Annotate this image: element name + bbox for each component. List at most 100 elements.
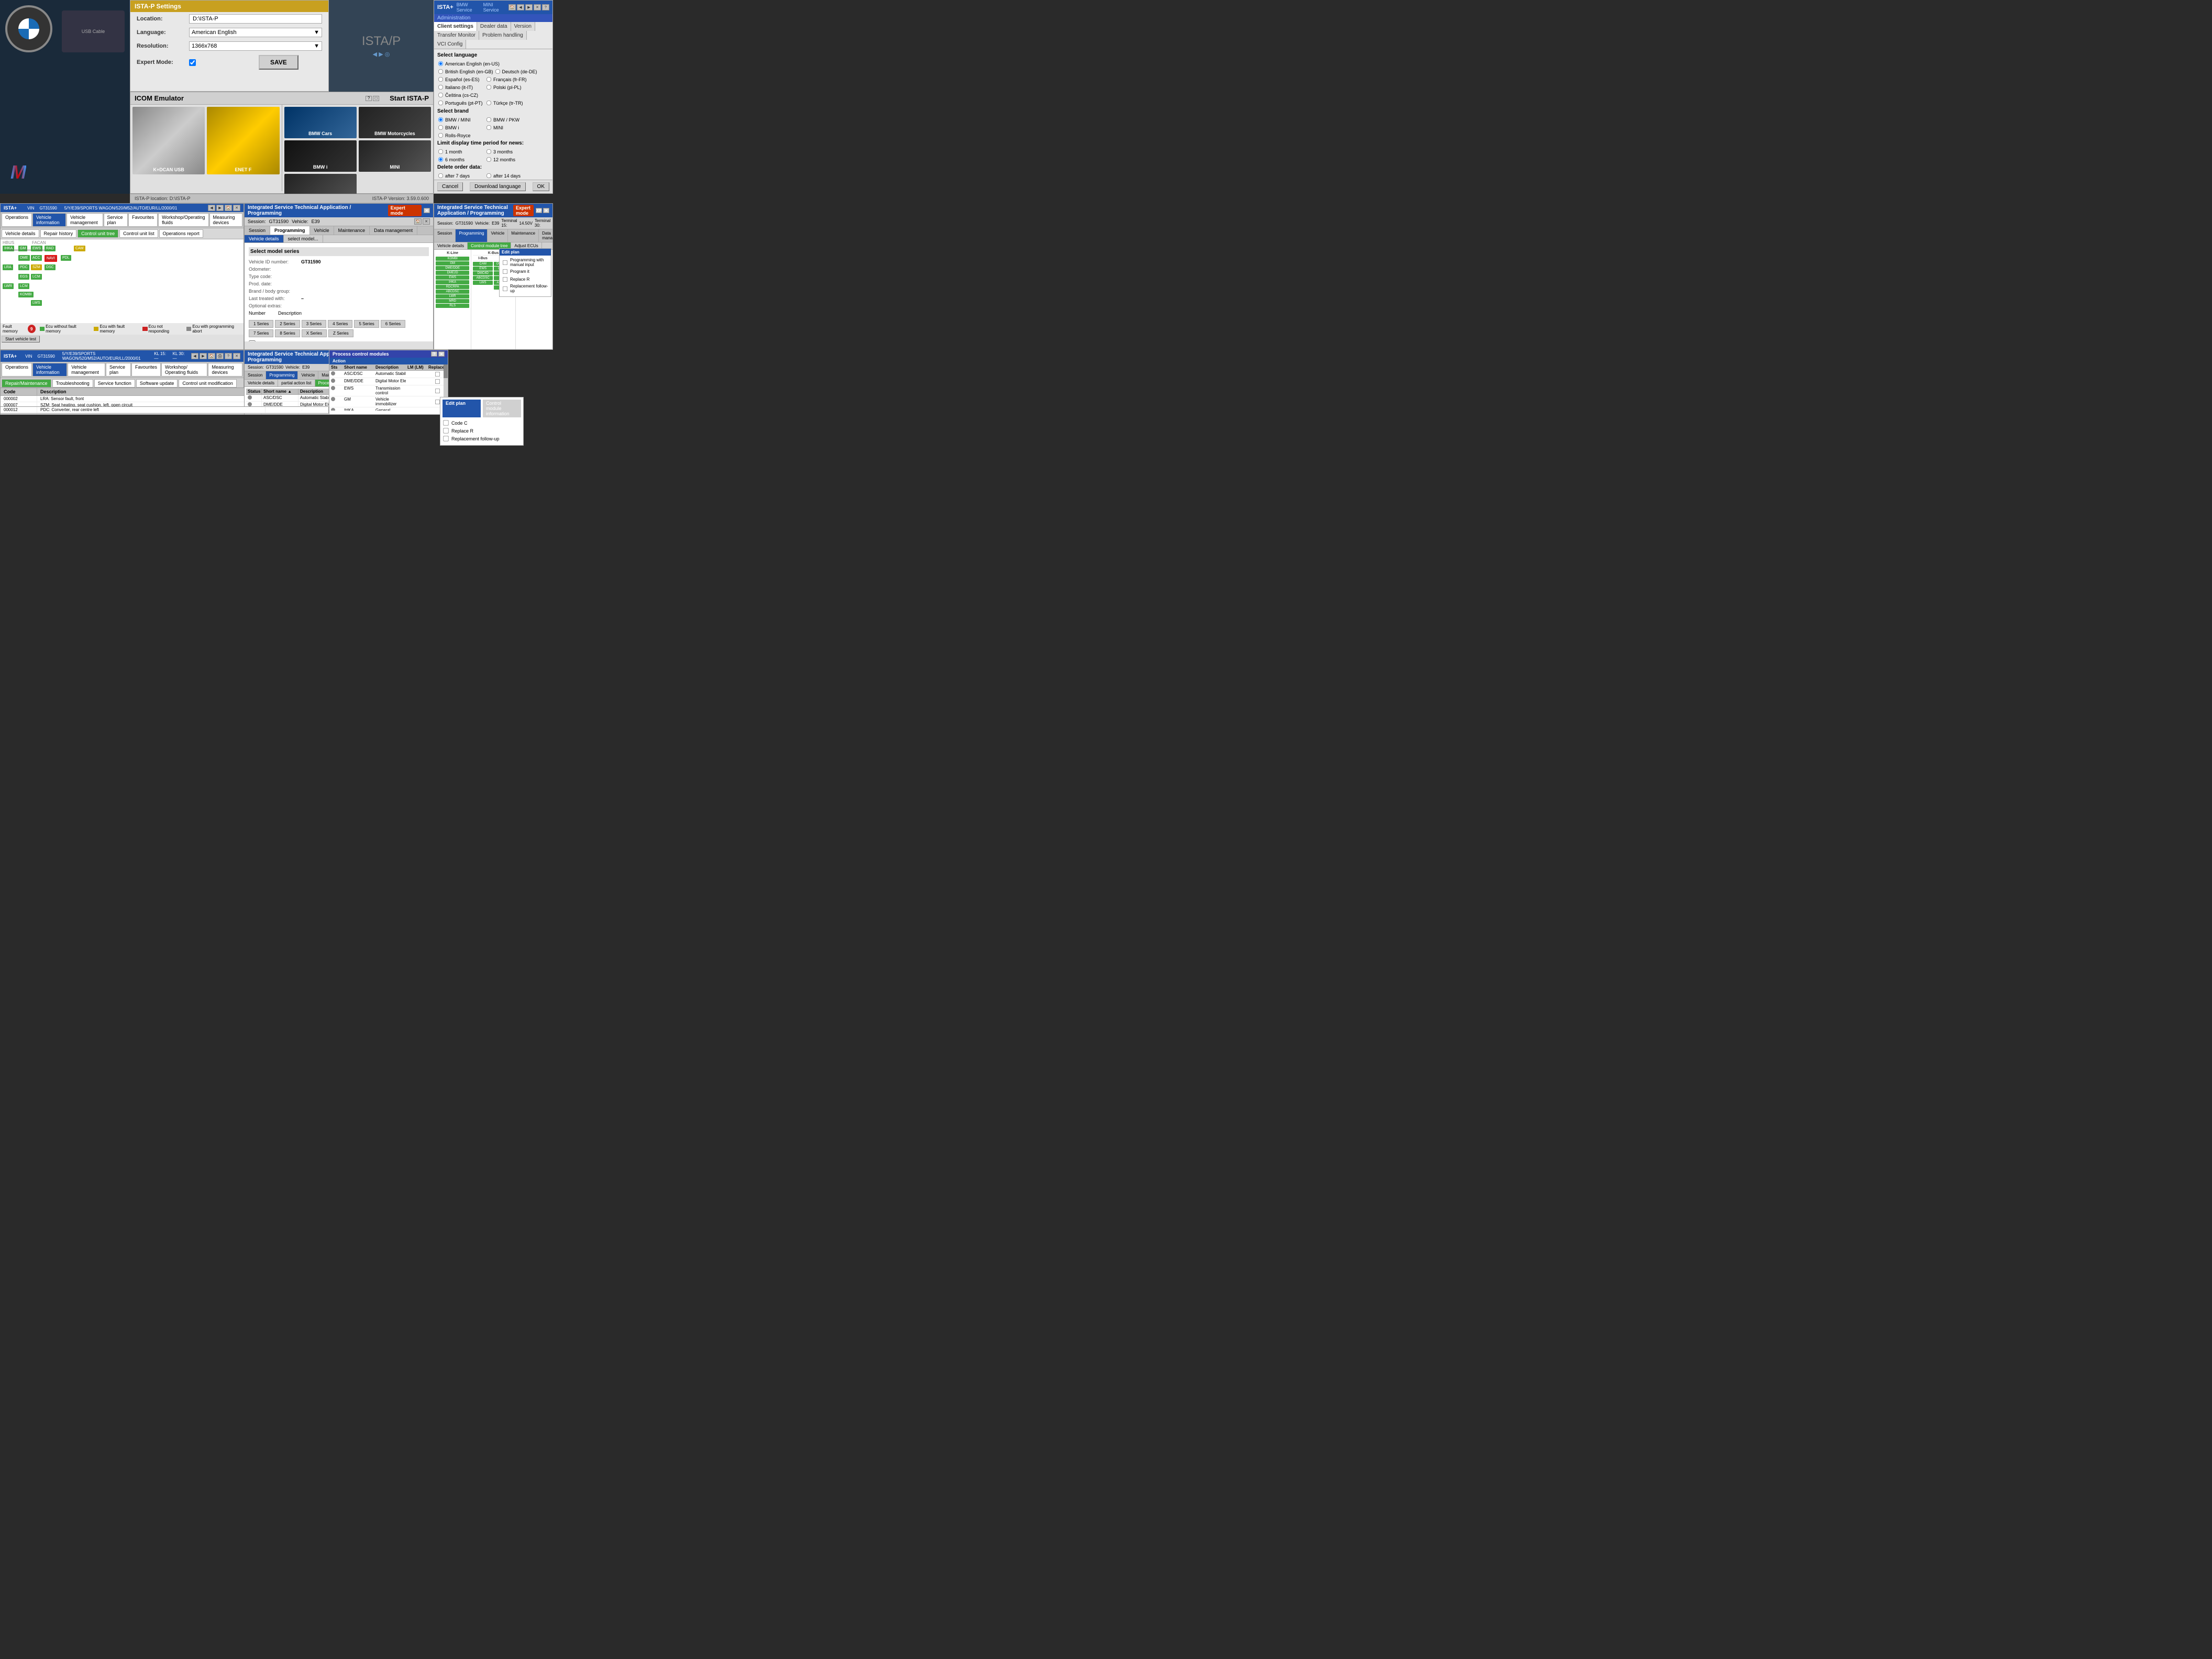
ecu-dsc[interactable]: DSC	[45, 264, 56, 270]
cmp-row-ews[interactable]: EWS Transmission control	[329, 385, 448, 396]
lang-pt[interactable]: Português (pt-PT)	[437, 99, 484, 106]
kbus-dme[interactable]: DME/DDE	[436, 266, 469, 270]
bot-menu-favourites[interactable]: Favourites	[131, 363, 161, 377]
mid-close-icon[interactable]: ✕	[233, 205, 240, 211]
epb-item-replacement-followup[interactable]: Replacement follow-up	[443, 435, 521, 442]
brand-mini[interactable]: MINI	[485, 124, 533, 131]
brand-bmw-mini[interactable]: BMW / MINI	[437, 116, 484, 123]
rpp-xp-icon[interactable]: XP	[536, 208, 542, 213]
manual-selection-label[interactable]: Manual model-series selection	[249, 340, 429, 341]
edit-plan-item-1[interactable]: Programming with manual input	[502, 258, 549, 267]
cmp-row-asc[interactable]: ASC/DSC Automatic Stability Cont...	[329, 371, 448, 378]
forward-icon[interactable]: ▶	[525, 4, 533, 10]
news-6m[interactable]: 6 months	[437, 156, 484, 163]
bot-back-icon[interactable]: ◀	[191, 353, 198, 359]
series-2[interactable]: 2 Series	[275, 320, 300, 328]
menu-vehicle-mgmt[interactable]: Vehicle management	[67, 213, 103, 227]
ecu-lwr[interactable]: LWR	[3, 283, 14, 289]
brand-bmw-i[interactable]: BMW i	[437, 124, 484, 131]
menu-vehicle-info[interactable]: Vehicle information	[32, 213, 66, 227]
lang-it[interactable]: Italiano (it-IT)	[437, 84, 484, 91]
tab-vci-config[interactable]: VCI Config	[434, 40, 466, 49]
bot-service-func-btn[interactable]: Service function	[94, 379, 135, 388]
ecu-dme[interactable]: DME	[18, 255, 30, 261]
back-icon[interactable]: ◀	[517, 4, 524, 10]
lang-tr[interactable]: Türkçe (tr-TR)	[485, 99, 533, 106]
ecu-kombi[interactable]: KOMBI	[18, 292, 34, 297]
ecu-cam[interactable]: CAM	[74, 246, 85, 251]
submenu-repair-history[interactable]: Repair history	[40, 229, 77, 238]
bot-menu-vehicle-info[interactable]: Vehicle information	[32, 363, 67, 377]
ecu-lcm2[interactable]: LCM	[31, 274, 42, 280]
enet-f-item[interactable]: ENET F	[207, 107, 279, 174]
mvp-tab-session[interactable]: Session	[245, 226, 270, 235]
bot-software-update-btn[interactable]: Software update	[136, 379, 178, 388]
tab-problem-handling[interactable]: Problem handling	[479, 31, 527, 40]
mvp-tab-maintenance[interactable]: Maintenance	[334, 226, 370, 235]
save-button[interactable]: SAVE	[259, 55, 298, 70]
cmp-row-dme[interactable]: DME/DDE Digital Motor Electronic...	[329, 378, 448, 385]
brand-rolls[interactable]: Rolls-Royce	[437, 132, 484, 139]
edit-plan-item-3[interactable]: Replace R	[502, 276, 549, 283]
replace-r-checkbox[interactable]	[503, 277, 507, 282]
menu-service-plan[interactable]: Service plan	[104, 213, 128, 227]
epb-replacement-followup-checkbox[interactable]	[443, 436, 448, 441]
mvp-close-btn[interactable]: ✕	[423, 218, 430, 225]
ecu-pdc[interactable]: PDC	[18, 264, 29, 270]
bot-menu-workshop[interactable]: Workshop/ Operating fluids	[161, 363, 207, 377]
start-vehicle-test-btn[interactable]: Start vehicle test	[2, 336, 40, 342]
menu-favourites[interactable]: Favourites	[128, 213, 158, 227]
rpp-subtab-vehicle-details[interactable]: Vehicle details	[434, 242, 468, 249]
bpp-subtab-action[interactable]: partial action list	[278, 380, 315, 386]
del-14[interactable]: after 14 days	[485, 172, 533, 179]
epb-item-replace-r[interactable]: Replace R	[443, 427, 521, 434]
bpp-subtab-vehicle[interactable]: Vehicle details	[245, 380, 278, 386]
mid-forward-icon[interactable]: ▶	[216, 205, 224, 211]
epb-replace-r-checkbox[interactable]	[443, 428, 448, 433]
bpp-tab-session[interactable]: Session	[245, 371, 266, 379]
maximize-icon[interactable]: □	[373, 96, 379, 101]
lang-de[interactable]: Deutsch (de-DE)	[494, 68, 541, 75]
bot-fwd-icon[interactable]: ▶	[200, 353, 207, 359]
manual-selection-checkbox[interactable]	[249, 340, 256, 341]
lang-fr[interactable]: Français (fr-FR)	[485, 76, 533, 83]
ecu-egs[interactable]: EGS	[18, 274, 29, 280]
help-icon[interactable]: ?	[542, 4, 549, 10]
series-8[interactable]: 8 Series	[275, 329, 300, 337]
rpp-tab-session[interactable]: Session	[434, 229, 456, 242]
ecu-lws[interactable]: LWS	[31, 300, 42, 306]
minimize-icon[interactable]: ?	[366, 96, 372, 101]
mini-item[interactable]: MINI	[359, 140, 431, 172]
menu-operations[interactable]: Operations	[2, 213, 32, 227]
bpp-tab-vehicle[interactable]: Vehicle	[298, 371, 318, 379]
edit-plan-item-4[interactable]: Replacement follow-up	[502, 284, 549, 293]
ibus-lws[interactable]: LWS	[473, 281, 493, 285]
mvp-subtab-ctrl-module[interactable]: select model...	[284, 235, 323, 242]
close-icon[interactable]: ✕	[534, 4, 541, 10]
language-select[interactable]: American English ▼	[189, 28, 322, 37]
cmp-row-gm[interactable]: GM Vehicle immobilizer	[329, 396, 448, 407]
series-4[interactable]: 4 Series	[328, 320, 352, 328]
series-7[interactable]: 7 Series	[249, 329, 273, 337]
news-3m[interactable]: 3 months	[485, 148, 533, 155]
mvp-tab-vehicle[interactable]: Vehicle	[310, 226, 334, 235]
mid-back-icon[interactable]: ◀	[208, 205, 215, 211]
lang-cs[interactable]: Čeština (cs-CZ)	[437, 92, 484, 98]
menu-workshop[interactable]: Workshop/Operating fluids	[158, 213, 208, 227]
tab-dealer-data[interactable]: Dealer data	[477, 22, 511, 31]
fault-row-4[interactable]: 000012 PDC: Converter, rear centre left	[1, 407, 328, 413]
mvp-home-icon[interactable]: 🏠	[414, 218, 422, 225]
edit-plan-item-2[interactable]: Program it	[502, 268, 549, 275]
rpp-tab-programming[interactable]: Programming	[456, 229, 488, 242]
tab-client-settings[interactable]: Client settings	[434, 22, 477, 31]
kbus-abcdsc[interactable]: ABCDSC	[436, 290, 469, 294]
kcan-usb-item[interactable]: K+DCAN USB	[132, 107, 205, 174]
cmp-row-ihka[interactable]: IHKA General Module	[329, 407, 448, 411]
menu-measuring[interactable]: Measuring devices	[209, 213, 242, 227]
ibus-egs[interactable]: EWS	[473, 267, 493, 271]
ecu-ews[interactable]: EWS	[31, 246, 42, 251]
bot-menu-measuring[interactable]: Measuring devices	[208, 363, 242, 377]
lang-en-gb[interactable]: British English (en-GB)	[437, 68, 493, 75]
bot-print-icon[interactable]: 🖨	[216, 353, 224, 359]
cmp-close-icon[interactable]: ✕	[438, 351, 445, 357]
